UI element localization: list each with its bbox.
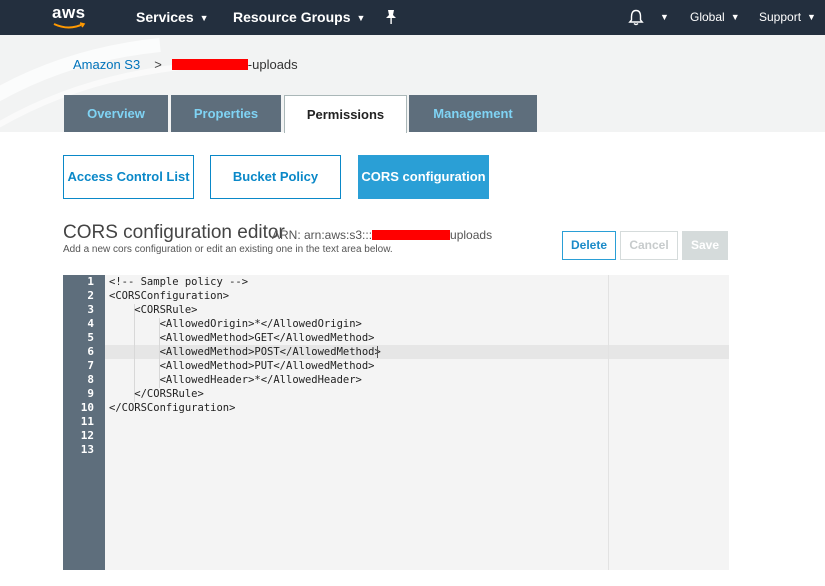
delete-button[interactable]: Delete	[562, 231, 616, 260]
code-line: <CORSRule>	[109, 304, 198, 316]
pin-icon[interactable]	[384, 9, 398, 25]
line-number: 10	[80, 401, 94, 414]
notifications-chevron-down-icon[interactable]: ▼	[660, 0, 669, 35]
services-label: Services	[136, 9, 194, 25]
redacted-arn-bucket	[372, 230, 451, 240]
breadcrumb-amazon-s3[interactable]: Amazon S3	[73, 57, 140, 72]
line-number: 2	[87, 289, 94, 302]
chevron-down-icon: ▼	[730, 12, 740, 22]
chevron-down-icon: ▼	[356, 13, 366, 23]
breadcrumb-bucket: -uploads	[247, 57, 298, 72]
editor-description: Add a new cors configuration or edit an …	[63, 244, 393, 255]
code-line: </CORSRule>	[109, 388, 204, 400]
bucket-arn: ARN: arn:aws:s3::: uploads	[272, 228, 492, 242]
region-menu[interactable]: Global ▼	[690, 0, 740, 35]
region-label: Global	[690, 10, 725, 24]
arn-suffix: uploads	[450, 228, 493, 242]
subtab-access-control-list[interactable]: Access Control List	[63, 155, 194, 199]
tab-properties[interactable]: Properties	[171, 95, 281, 132]
editor-title: CORS configuration editor	[63, 222, 285, 243]
chevron-down-icon: ▼	[199, 13, 209, 23]
print-margin	[608, 275, 609, 570]
aws-logo-text: aws	[52, 3, 86, 22]
line-number: 5	[87, 331, 94, 344]
line-number: 1	[87, 275, 94, 288]
code-line: <AllowedMethod>GET</AllowedMethod>	[109, 332, 375, 344]
breadcrumb: Amazon S3 > -uploads	[73, 57, 298, 72]
code-line: <AllowedMethod>POST</AllowedMethod>	[109, 346, 381, 358]
aws-smile-icon	[53, 22, 86, 29]
resource-groups-menu[interactable]: Resource Groups ▼	[233, 0, 365, 35]
support-menu[interactable]: Support ▼	[759, 0, 816, 35]
save-button[interactable]: Save	[682, 231, 728, 260]
line-number: 3	[87, 303, 94, 316]
line-number: 13	[80, 443, 94, 456]
code-line: <AllowedMethod>PUT</AllowedMethod>	[109, 360, 375, 372]
redacted-bucket-name	[171, 59, 248, 70]
chevron-down-icon: ▼	[807, 12, 816, 22]
subtab-cors-configuration[interactable]: CORS configuration	[358, 155, 489, 199]
code-line: <!-- Sample policy -->	[109, 276, 249, 288]
breadcrumb-separator: >	[154, 57, 162, 72]
subtab-bucket-policy[interactable]: Bucket Policy	[210, 155, 341, 199]
line-number: 11	[80, 415, 94, 428]
line-number: 12	[80, 429, 94, 442]
code-line: <AllowedOrigin>*</AllowedOrigin>	[109, 318, 362, 330]
code-line: <CORSConfiguration>	[109, 290, 230, 302]
line-number: 7	[87, 359, 94, 372]
code-line: <AllowedHeader>*</AllowedHeader>	[109, 374, 362, 386]
line-number: 6	[87, 345, 94, 358]
tab-management[interactable]: Management	[409, 95, 537, 132]
bell-icon[interactable]	[628, 9, 644, 26]
text-cursor	[377, 346, 378, 358]
services-menu[interactable]: Services ▼	[136, 0, 209, 35]
top-navigation-bar: aws Services ▼ Resource Groups ▼ ▼ Global ▼…	[0, 0, 825, 35]
code-line: </CORSConfiguration>	[109, 402, 236, 414]
support-label: Support	[759, 10, 802, 24]
arn-prefix: ARN: arn:aws:s3:::	[272, 228, 373, 242]
resource-groups-label: Resource Groups	[233, 9, 351, 25]
line-number: 9	[87, 387, 94, 400]
tab-overview[interactable]: Overview	[64, 95, 168, 132]
tab-permissions[interactable]: Permissions	[284, 95, 407, 133]
cors-code-editor[interactable]: 1 2 3 4 5 6 7 8 9 10 11 12 13 <!-- Sampl…	[63, 275, 729, 570]
aws-logo[interactable]: aws	[52, 3, 92, 33]
cancel-button[interactable]: Cancel	[620, 231, 678, 260]
line-number: 8	[87, 373, 94, 386]
line-number: 4	[87, 317, 94, 330]
